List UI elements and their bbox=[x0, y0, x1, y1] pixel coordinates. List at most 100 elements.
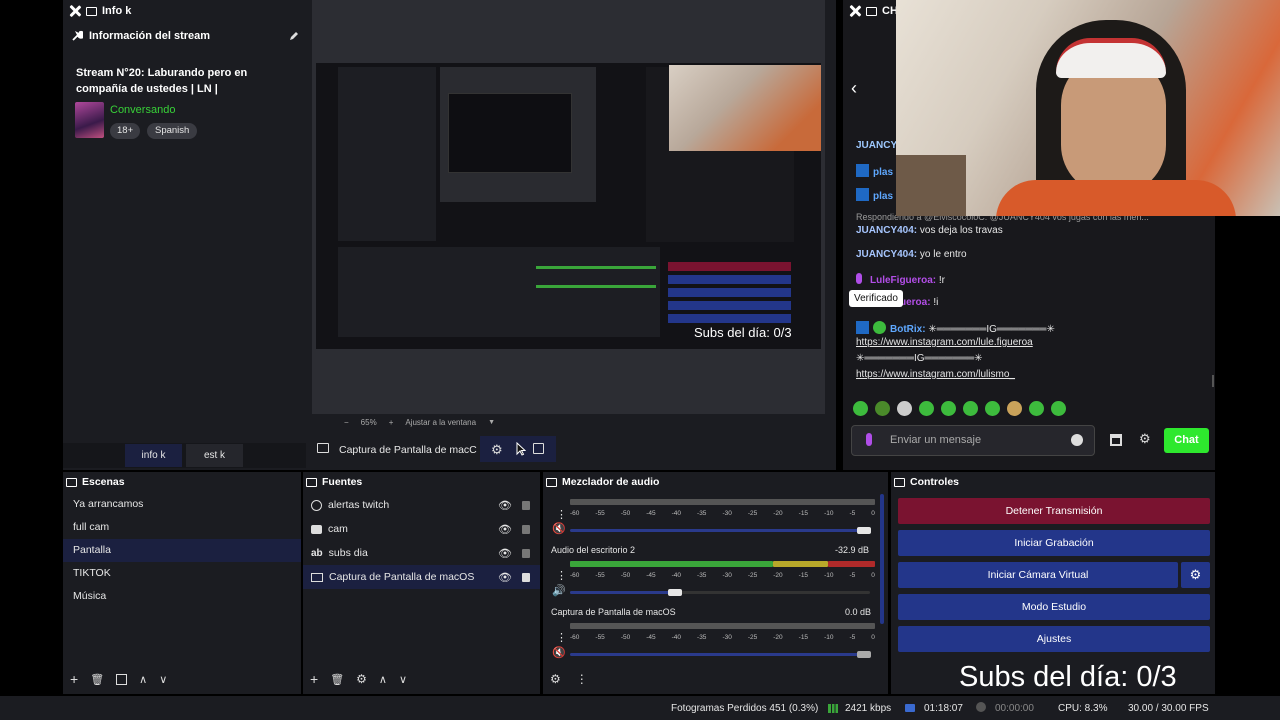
nested-controls-2 bbox=[668, 288, 791, 297]
emote-icon[interactable] bbox=[963, 401, 978, 416]
audio-meter-red bbox=[828, 561, 875, 567]
eye-icon[interactable]: 👁 bbox=[498, 571, 512, 584]
start-virtual-camera-button[interactable]: Iniciar Cámara Virtual bbox=[898, 562, 1178, 588]
emote-icon[interactable] bbox=[1029, 401, 1044, 416]
zoom-in-button[interactable]: + bbox=[389, 418, 394, 427]
scene-item[interactable]: Música bbox=[63, 585, 301, 608]
emote-icon[interactable] bbox=[853, 401, 868, 416]
source-item-active[interactable]: Captura de Pantalla de macOS 👁 bbox=[303, 565, 540, 589]
audio-meter-green bbox=[570, 561, 773, 567]
chevron-up-icon[interactable]: ∧ bbox=[139, 673, 147, 686]
volume-slider-knob[interactable] bbox=[668, 589, 682, 596]
emote-icon[interactable] bbox=[897, 401, 912, 416]
speaker-icon[interactable]: 🔊 bbox=[552, 584, 566, 597]
scene-item[interactable]: Ya arrancamos bbox=[63, 493, 301, 516]
store-icon[interactable] bbox=[1110, 434, 1122, 446]
emoji-icon[interactable] bbox=[1071, 434, 1083, 446]
sources-titlebar: Fuentes bbox=[303, 472, 362, 492]
preview-canvas[interactable]: Subs del día: 0/3 bbox=[316, 63, 821, 349]
tab-info-k[interactable]: info k bbox=[125, 444, 182, 467]
window-icon[interactable] bbox=[546, 477, 557, 487]
pencil-icon[interactable] bbox=[289, 31, 299, 41]
window-icon[interactable] bbox=[86, 6, 97, 16]
chat-link[interactable]: https://www.instagram.com/lule.figueroa bbox=[856, 337, 1033, 348]
kebab-menu-icon[interactable]: ⋮ bbox=[556, 631, 567, 644]
mute-icon[interactable]: 🔇 bbox=[552, 646, 566, 659]
gear-icon[interactable]: ⚙ bbox=[550, 672, 561, 686]
chat-message: plas bbox=[856, 164, 893, 178]
start-recording-button[interactable]: Iniciar Grabación bbox=[898, 530, 1210, 556]
trash-icon[interactable]: 🗑 bbox=[90, 673, 104, 686]
virtual-camera-settings-button[interactable]: ⚙ bbox=[1181, 562, 1210, 588]
window-icon[interactable] bbox=[66, 477, 77, 487]
window-icon[interactable] bbox=[866, 6, 877, 16]
close-icon[interactable] bbox=[849, 5, 861, 17]
chevron-down-icon[interactable]: ∨ bbox=[399, 673, 407, 686]
scene-item-active[interactable]: Pantalla bbox=[63, 539, 301, 562]
emote-icon[interactable] bbox=[941, 401, 956, 416]
mute-icon[interactable]: 🔇 bbox=[552, 522, 566, 535]
lock-icon[interactable] bbox=[522, 500, 530, 510]
scenes-dock: Escenas Ya arrancamos full cam Pantalla … bbox=[63, 472, 301, 694]
tag-mature[interactable]: 18+ bbox=[110, 123, 141, 139]
gear-icon[interactable]: ⚙ bbox=[356, 672, 367, 686]
emote-icon[interactable] bbox=[875, 401, 890, 416]
chat-send-button[interactable]: Chat bbox=[1164, 428, 1209, 453]
tab-est-k[interactable]: est k bbox=[186, 444, 243, 467]
lock-icon[interactable] bbox=[522, 572, 530, 582]
badge-icon bbox=[856, 164, 869, 177]
stop-stream-button[interactable]: Detener Transmisión bbox=[898, 498, 1210, 524]
scene-item[interactable]: TIKTOK bbox=[63, 562, 301, 585]
kebab-menu-icon[interactable]: ⋮ bbox=[556, 508, 567, 521]
eye-icon[interactable]: 👁 bbox=[498, 499, 512, 512]
chat-settings-icon[interactable]: ⚙ bbox=[1139, 431, 1151, 447]
chat-link[interactable]: https://www.instagram.com/lulismo_ bbox=[856, 369, 1015, 380]
chevron-down-icon[interactable]: ∨ bbox=[159, 673, 167, 686]
emote-icon[interactable] bbox=[919, 401, 934, 416]
category-link[interactable]: Conversando bbox=[110, 104, 175, 116]
zoom-out-button[interactable]: − bbox=[344, 418, 349, 427]
window-icon[interactable] bbox=[306, 477, 317, 487]
emote-icon[interactable] bbox=[985, 401, 1000, 416]
emote-icon[interactable] bbox=[1051, 401, 1066, 416]
webcam-shelf bbox=[896, 155, 966, 216]
source-item[interactable]: ab subs dia 👁 bbox=[303, 541, 540, 565]
volume-slider-knob[interactable] bbox=[857, 527, 871, 534]
chat-scrollbar[interactable] bbox=[1212, 375, 1214, 387]
window-icon[interactable] bbox=[894, 477, 905, 487]
eye-icon[interactable]: 👁 bbox=[498, 523, 512, 536]
filter-icon[interactable] bbox=[533, 443, 544, 454]
nested-controls-stop bbox=[668, 262, 791, 271]
chat-back-button[interactable]: ‹ bbox=[851, 78, 857, 99]
tag-language[interactable]: Spanish bbox=[147, 123, 198, 139]
verified-icon bbox=[873, 321, 886, 334]
fit-window-button[interactable]: Ajustar a la ventana bbox=[405, 418, 476, 427]
source-item[interactable]: cam 👁 bbox=[303, 517, 540, 541]
eye-icon[interactable]: 👁 bbox=[498, 547, 512, 560]
info-dock-tabbar bbox=[63, 443, 306, 468]
lock-icon[interactable] bbox=[522, 548, 530, 558]
volume-slider-knob[interactable] bbox=[857, 651, 871, 658]
add-icon[interactable]: + bbox=[70, 671, 78, 687]
add-icon[interactable]: + bbox=[310, 671, 318, 687]
category-thumbnail[interactable] bbox=[75, 102, 104, 138]
close-icon[interactable] bbox=[69, 5, 81, 17]
trash-icon[interactable]: 🗑 bbox=[330, 673, 344, 686]
chat-message: JUANCY bbox=[856, 140, 898, 151]
filter-icon[interactable] bbox=[116, 673, 128, 685]
scene-item[interactable]: full cam bbox=[63, 516, 301, 539]
chevron-up-icon[interactable]: ∧ bbox=[379, 673, 387, 686]
chevron-down-icon[interactable]: ▼ bbox=[488, 419, 495, 426]
settings-button[interactable]: Ajustes bbox=[898, 626, 1210, 652]
volume-slider[interactable] bbox=[570, 529, 870, 532]
kebab-menu-icon[interactable]: ⋮ bbox=[576, 672, 588, 686]
lock-icon[interactable] bbox=[522, 524, 530, 534]
gear-icon[interactable]: ⚙ bbox=[491, 442, 503, 458]
nested-info-panel bbox=[338, 67, 436, 241]
mixer-scrollbar[interactable] bbox=[880, 494, 884, 624]
kebab-menu-icon[interactable]: ⋮ bbox=[556, 569, 567, 582]
studio-mode-button[interactable]: Modo Estudio bbox=[898, 594, 1210, 620]
emote-icon[interactable] bbox=[1007, 401, 1022, 416]
source-item[interactable]: alertas twitch 👁 bbox=[303, 493, 540, 517]
volume-slider[interactable] bbox=[570, 653, 870, 656]
